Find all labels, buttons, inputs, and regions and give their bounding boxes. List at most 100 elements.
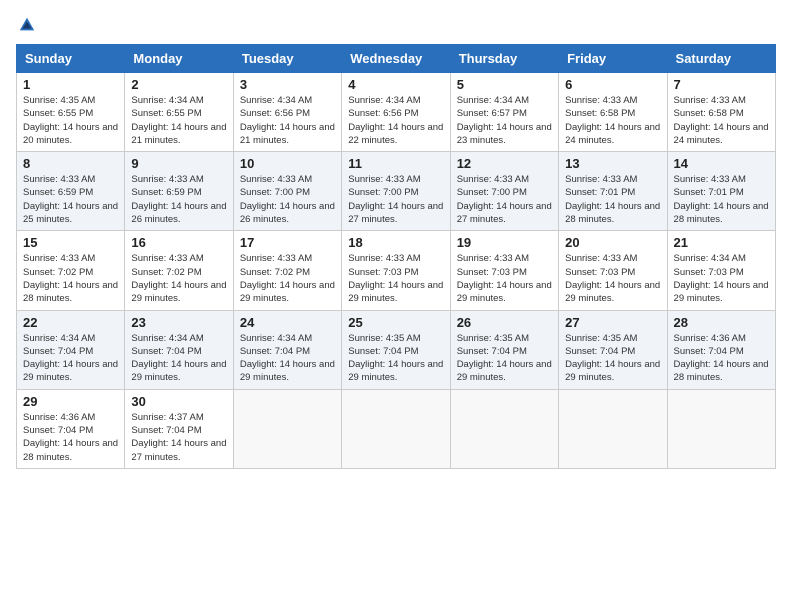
day-number: 24 xyxy=(240,315,335,330)
day-info: Sunrise: 4:33 AMSunset: 7:02 PMDaylight:… xyxy=(23,252,118,305)
calendar-cell: 30 Sunrise: 4:37 AMSunset: 7:04 PMDaylig… xyxy=(125,389,233,468)
day-number: 14 xyxy=(674,156,769,171)
day-info: Sunrise: 4:34 AMSunset: 6:55 PMDaylight:… xyxy=(131,94,226,147)
logo xyxy=(16,16,36,32)
day-info: Sunrise: 4:33 AMSunset: 7:03 PMDaylight:… xyxy=(457,252,552,305)
calendar-cell: 18 Sunrise: 4:33 AMSunset: 7:03 PMDaylig… xyxy=(342,231,450,310)
day-number: 6 xyxy=(565,77,660,92)
calendar-cell: 29 Sunrise: 4:36 AMSunset: 7:04 PMDaylig… xyxy=(17,389,125,468)
day-info: Sunrise: 4:35 AMSunset: 7:04 PMDaylight:… xyxy=(457,332,552,385)
day-number: 3 xyxy=(240,77,335,92)
day-number: 29 xyxy=(23,394,118,409)
day-info: Sunrise: 4:36 AMSunset: 7:04 PMDaylight:… xyxy=(23,411,118,464)
weekday-header: Monday xyxy=(125,45,233,73)
day-number: 15 xyxy=(23,235,118,250)
day-info: Sunrise: 4:35 AMSunset: 6:55 PMDaylight:… xyxy=(23,94,118,147)
day-info: Sunrise: 4:37 AMSunset: 7:04 PMDaylight:… xyxy=(131,411,226,464)
day-number: 11 xyxy=(348,156,443,171)
day-info: Sunrise: 4:33 AMSunset: 7:01 PMDaylight:… xyxy=(674,173,769,226)
day-number: 10 xyxy=(240,156,335,171)
calendar-cell: 10 Sunrise: 4:33 AMSunset: 7:00 PMDaylig… xyxy=(233,152,341,231)
day-number: 21 xyxy=(674,235,769,250)
day-number: 19 xyxy=(457,235,552,250)
calendar-cell: 4 Sunrise: 4:34 AMSunset: 6:56 PMDayligh… xyxy=(342,73,450,152)
day-number: 12 xyxy=(457,156,552,171)
calendar-cell: 6 Sunrise: 4:33 AMSunset: 6:58 PMDayligh… xyxy=(559,73,667,152)
calendar-cell: 19 Sunrise: 4:33 AMSunset: 7:03 PMDaylig… xyxy=(450,231,558,310)
day-number: 27 xyxy=(565,315,660,330)
day-number: 18 xyxy=(348,235,443,250)
weekday-header: Sunday xyxy=(17,45,125,73)
calendar-header-row: SundayMondayTuesdayWednesdayThursdayFrid… xyxy=(17,45,776,73)
day-info: Sunrise: 4:34 AMSunset: 7:04 PMDaylight:… xyxy=(131,332,226,385)
day-number: 20 xyxy=(565,235,660,250)
calendar-cell: 21 Sunrise: 4:34 AMSunset: 7:03 PMDaylig… xyxy=(667,231,775,310)
day-number: 26 xyxy=(457,315,552,330)
calendar-week-row: 22 Sunrise: 4:34 AMSunset: 7:04 PMDaylig… xyxy=(17,310,776,389)
day-info: Sunrise: 4:35 AMSunset: 7:04 PMDaylight:… xyxy=(348,332,443,385)
day-info: Sunrise: 4:33 AMSunset: 7:02 PMDaylight:… xyxy=(131,252,226,305)
calendar-cell: 16 Sunrise: 4:33 AMSunset: 7:02 PMDaylig… xyxy=(125,231,233,310)
day-number: 2 xyxy=(131,77,226,92)
calendar-cell: 14 Sunrise: 4:33 AMSunset: 7:01 PMDaylig… xyxy=(667,152,775,231)
weekday-header: Saturday xyxy=(667,45,775,73)
day-number: 22 xyxy=(23,315,118,330)
calendar-cell: 8 Sunrise: 4:33 AMSunset: 6:59 PMDayligh… xyxy=(17,152,125,231)
calendar-week-row: 8 Sunrise: 4:33 AMSunset: 6:59 PMDayligh… xyxy=(17,152,776,231)
day-number: 8 xyxy=(23,156,118,171)
calendar-cell: 15 Sunrise: 4:33 AMSunset: 7:02 PMDaylig… xyxy=(17,231,125,310)
calendar-cell: 26 Sunrise: 4:35 AMSunset: 7:04 PMDaylig… xyxy=(450,310,558,389)
calendar-cell: 24 Sunrise: 4:34 AMSunset: 7:04 PMDaylig… xyxy=(233,310,341,389)
day-info: Sunrise: 4:33 AMSunset: 6:59 PMDaylight:… xyxy=(131,173,226,226)
day-number: 1 xyxy=(23,77,118,92)
day-number: 4 xyxy=(348,77,443,92)
calendar-cell: 13 Sunrise: 4:33 AMSunset: 7:01 PMDaylig… xyxy=(559,152,667,231)
weekday-header: Thursday xyxy=(450,45,558,73)
day-info: Sunrise: 4:33 AMSunset: 6:59 PMDaylight:… xyxy=(23,173,118,226)
calendar-cell: 11 Sunrise: 4:33 AMSunset: 7:00 PMDaylig… xyxy=(342,152,450,231)
page-header xyxy=(16,16,776,32)
calendar-cell: 22 Sunrise: 4:34 AMSunset: 7:04 PMDaylig… xyxy=(17,310,125,389)
day-info: Sunrise: 4:33 AMSunset: 7:00 PMDaylight:… xyxy=(348,173,443,226)
calendar-cell xyxy=(233,389,341,468)
weekday-header: Friday xyxy=(559,45,667,73)
calendar-cell: 25 Sunrise: 4:35 AMSunset: 7:04 PMDaylig… xyxy=(342,310,450,389)
day-info: Sunrise: 4:34 AMSunset: 6:56 PMDaylight:… xyxy=(348,94,443,147)
calendar-cell: 5 Sunrise: 4:34 AMSunset: 6:57 PMDayligh… xyxy=(450,73,558,152)
calendar-week-row: 15 Sunrise: 4:33 AMSunset: 7:02 PMDaylig… xyxy=(17,231,776,310)
calendar-cell: 12 Sunrise: 4:33 AMSunset: 7:00 PMDaylig… xyxy=(450,152,558,231)
calendar-cell: 7 Sunrise: 4:33 AMSunset: 6:58 PMDayligh… xyxy=(667,73,775,152)
calendar-week-row: 29 Sunrise: 4:36 AMSunset: 7:04 PMDaylig… xyxy=(17,389,776,468)
calendar-cell xyxy=(342,389,450,468)
day-number: 30 xyxy=(131,394,226,409)
calendar-cell: 2 Sunrise: 4:34 AMSunset: 6:55 PMDayligh… xyxy=(125,73,233,152)
weekday-header: Wednesday xyxy=(342,45,450,73)
calendar-cell: 3 Sunrise: 4:34 AMSunset: 6:56 PMDayligh… xyxy=(233,73,341,152)
calendar-cell: 9 Sunrise: 4:33 AMSunset: 6:59 PMDayligh… xyxy=(125,152,233,231)
day-number: 23 xyxy=(131,315,226,330)
logo-icon xyxy=(18,16,36,34)
day-info: Sunrise: 4:34 AMSunset: 6:56 PMDaylight:… xyxy=(240,94,335,147)
weekday-header: Tuesday xyxy=(233,45,341,73)
calendar-week-row: 1 Sunrise: 4:35 AMSunset: 6:55 PMDayligh… xyxy=(17,73,776,152)
day-info: Sunrise: 4:33 AMSunset: 7:03 PMDaylight:… xyxy=(348,252,443,305)
calendar-cell: 28 Sunrise: 4:36 AMSunset: 7:04 PMDaylig… xyxy=(667,310,775,389)
day-info: Sunrise: 4:33 AMSunset: 7:00 PMDaylight:… xyxy=(240,173,335,226)
day-info: Sunrise: 4:33 AMSunset: 6:58 PMDaylight:… xyxy=(674,94,769,147)
day-number: 17 xyxy=(240,235,335,250)
calendar-cell xyxy=(559,389,667,468)
day-info: Sunrise: 4:33 AMSunset: 7:01 PMDaylight:… xyxy=(565,173,660,226)
day-info: Sunrise: 4:34 AMSunset: 6:57 PMDaylight:… xyxy=(457,94,552,147)
day-number: 16 xyxy=(131,235,226,250)
calendar-cell: 20 Sunrise: 4:33 AMSunset: 7:03 PMDaylig… xyxy=(559,231,667,310)
day-info: Sunrise: 4:33 AMSunset: 7:03 PMDaylight:… xyxy=(565,252,660,305)
day-number: 9 xyxy=(131,156,226,171)
day-number: 7 xyxy=(674,77,769,92)
day-number: 25 xyxy=(348,315,443,330)
day-info: Sunrise: 4:35 AMSunset: 7:04 PMDaylight:… xyxy=(565,332,660,385)
calendar-cell: 27 Sunrise: 4:35 AMSunset: 7:04 PMDaylig… xyxy=(559,310,667,389)
day-info: Sunrise: 4:36 AMSunset: 7:04 PMDaylight:… xyxy=(674,332,769,385)
day-info: Sunrise: 4:34 AMSunset: 7:04 PMDaylight:… xyxy=(23,332,118,385)
day-info: Sunrise: 4:33 AMSunset: 7:00 PMDaylight:… xyxy=(457,173,552,226)
calendar-cell xyxy=(667,389,775,468)
